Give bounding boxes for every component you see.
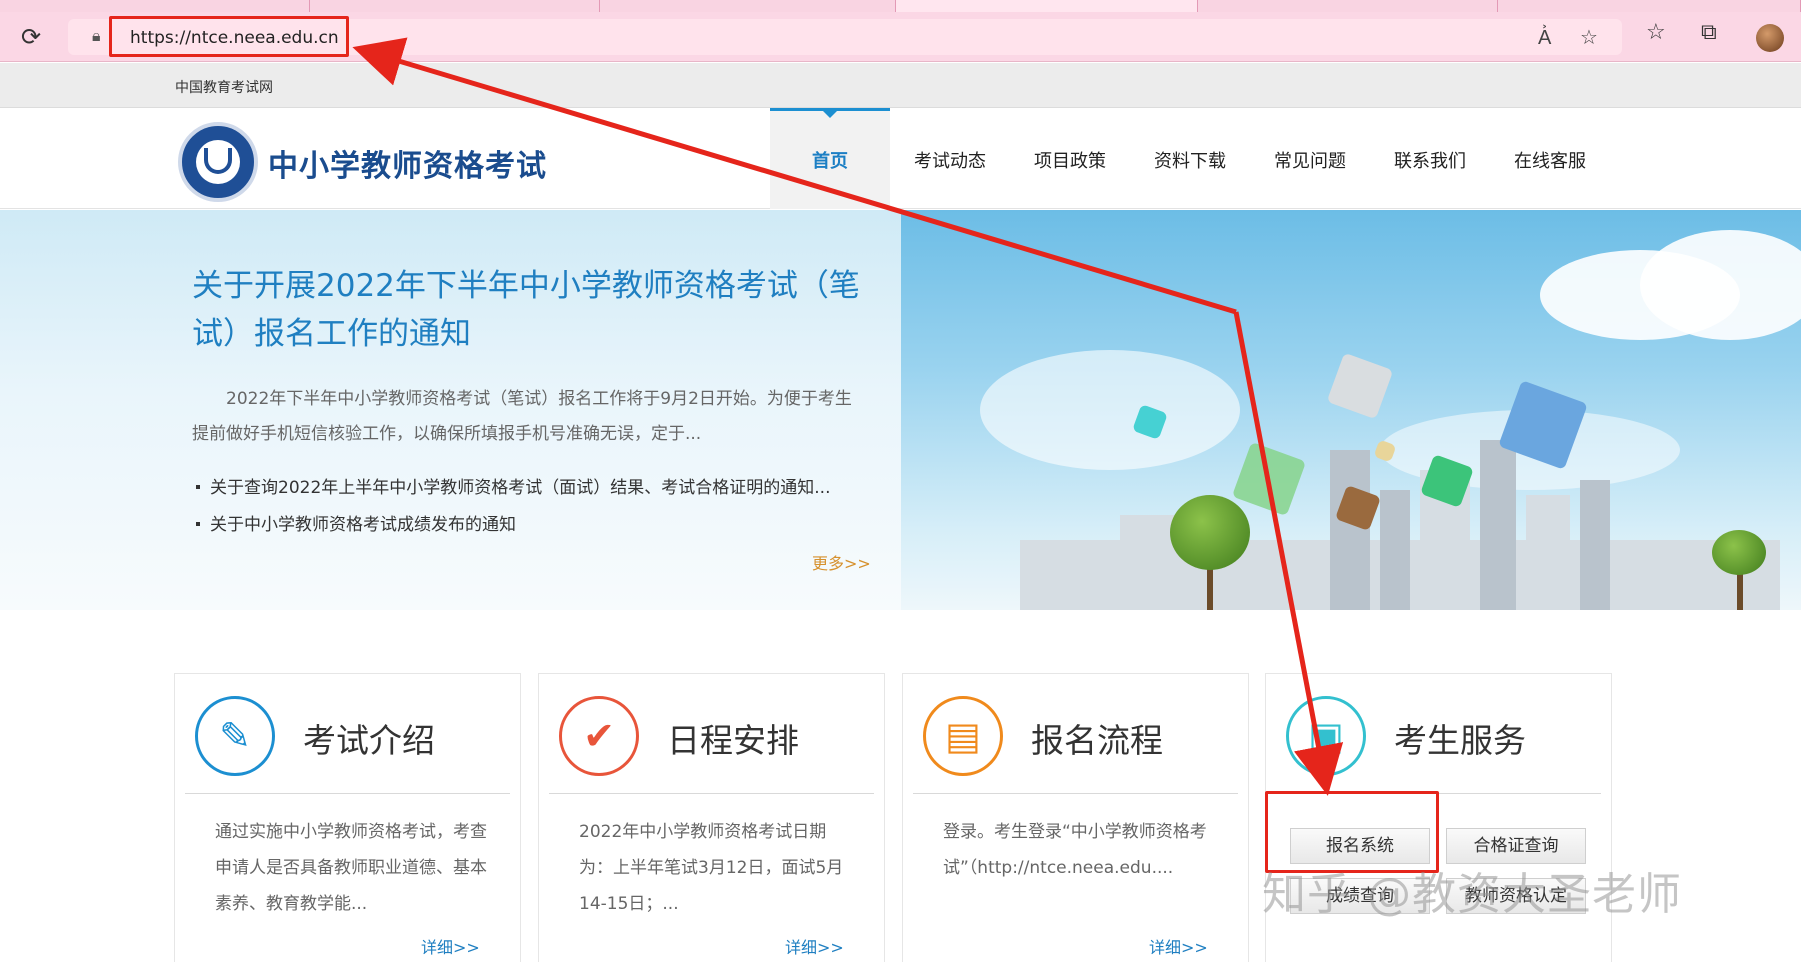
favorites-icon[interactable]: ☆ — [1646, 20, 1666, 45]
card-title[interactable]: 日程安排 — [667, 714, 799, 762]
card-title[interactable]: 报名流程 — [1031, 714, 1163, 762]
card-exam-intro: ✎ 考试介绍 通过实施中小学教师资格考试，考查申请人是否具备教师职业道德、基本素… — [174, 673, 521, 962]
card-title[interactable]: 考生服务 — [1394, 714, 1526, 762]
city-building — [1480, 440, 1516, 610]
card-divider — [185, 793, 510, 794]
tree-illustration — [1712, 530, 1766, 575]
site-logo-icon[interactable] — [178, 122, 258, 202]
card-more-link[interactable]: 详细>> — [1149, 934, 1208, 958]
card-more-link[interactable]: 详细>> — [421, 934, 480, 958]
browser-tab[interactable] — [1198, 0, 1498, 12]
profile-avatar[interactable] — [1756, 24, 1784, 52]
document-pen-icon: ✎ — [195, 696, 275, 776]
lock-icon[interactable]: 🔒︎ — [92, 26, 101, 46]
cloud-shape — [980, 350, 1240, 470]
browser-tab-strip — [0, 0, 1801, 12]
city-building — [1330, 450, 1370, 610]
bullet-icon — [196, 485, 200, 489]
nav-downloads[interactable]: 资料下载 — [1130, 108, 1250, 209]
refresh-icon[interactable]: ⟳ — [16, 22, 46, 52]
checkmark-glyph: ✔ — [583, 714, 615, 758]
top-utility-bar: 中国教育考试网 — [0, 63, 1801, 108]
id-badge-icon: ▣ — [1286, 696, 1366, 776]
banner-more-link[interactable]: 更多>> — [812, 550, 871, 574]
site-title[interactable]: 中小学教师资格考试 — [268, 141, 547, 185]
card-divider — [913, 793, 1238, 794]
card-body: 2022年中小学教师资格考试日期为：上半年笔试3月12日，面试5月14-15日；… — [579, 822, 844, 914]
neea-home-link[interactable]: 中国教育考试网 — [175, 77, 273, 97]
card-divider — [549, 793, 874, 794]
form-card-glyph: ▤ — [945, 714, 981, 758]
collections-icon[interactable]: ⧉ — [1701, 20, 1717, 45]
banner-headline-link[interactable]: 关于开展2022年下半年中小学教师资格考试（笔试）报名工作的通知 — [192, 262, 882, 358]
form-card-icon: ▤ — [923, 696, 1003, 776]
nav-exam-news[interactable]: 考试动态 — [890, 108, 1010, 209]
nav-policy[interactable]: 项目政策 — [1010, 108, 1130, 209]
nav-home[interactable]: 首页 — [770, 108, 890, 209]
watermark-text: 知乎 @教资大圣老师 — [1262, 869, 1682, 920]
browser-tab[interactable] — [310, 0, 600, 12]
banner-news-list: 关于查询2022年上半年中小学教师资格考试（面试）结果、考试合格证明的通知...… — [196, 470, 830, 544]
checkmark-icon: ✔ — [559, 696, 639, 776]
card-body: 通过实施中小学教师资格考试，考查申请人是否具备教师职业道德、基本素养、教育教学能… — [215, 822, 487, 914]
city-building — [1380, 490, 1410, 610]
banner-summary: 2022年下半年中小学教师资格考试（笔试）报名工作将于9月2日开始。为便于考生提… — [192, 389, 852, 444]
news-list-item[interactable]: 关于查询2022年上半年中小学教师资格考试（面试）结果、考试合格证明的通知... — [196, 470, 830, 507]
browser-tab-active[interactable] — [896, 0, 1198, 12]
card-title[interactable]: 考试介绍 — [303, 714, 435, 762]
add-favorite-icon[interactable]: ☆ — [1580, 25, 1598, 49]
url-highlight-box — [109, 16, 349, 57]
browser-tab[interactable] — [600, 0, 896, 12]
document-pen-glyph: ✎ — [219, 714, 251, 758]
news-link[interactable]: 关于查询2022年上半年中小学教师资格考试（面试）结果、考试合格证明的通知... — [210, 478, 830, 498]
tree-illustration — [1170, 495, 1250, 570]
city-building — [1580, 480, 1610, 610]
nav-faq[interactable]: 常见问题 — [1250, 108, 1370, 209]
id-badge-glyph: ▣ — [1308, 714, 1344, 758]
news-link[interactable]: 关于中小学教师资格考试成绩发布的通知 — [210, 515, 516, 535]
main-nav: 首页 考试动态 项目政策 资料下载 常见问题 联系我们 在线客服 — [770, 108, 1610, 209]
nav-contact[interactable]: 联系我们 — [1370, 108, 1490, 209]
card-body: 登录。考生登录“中小学教师资格考试”（http://ntce.neea.edu.… — [943, 822, 1207, 878]
browser-tab[interactable] — [1498, 0, 1801, 12]
card-registration-process: ▤ 报名流程 登录。考生登录“中小学教师资格考试”（http://ntce.ne… — [902, 673, 1249, 962]
card-schedule: ✔ 日程安排 2022年中小学教师资格考试日期为：上半年笔试3月12日，面试5月… — [538, 673, 885, 962]
read-aloud-icon[interactable]: A͐ — [1538, 25, 1551, 50]
card-more-link[interactable]: 详细>> — [785, 934, 844, 958]
hero-banner: 关于开展2022年下半年中小学教师资格考试（笔试）报名工作的通知 2022年下半… — [0, 210, 1801, 610]
nav-online-support[interactable]: 在线客服 — [1490, 108, 1610, 209]
site-header: 中小学教师资格考试 首页 考试动态 项目政策 资料下载 常见问题 联系我们 在线… — [0, 108, 1801, 209]
bullet-icon — [196, 522, 200, 526]
browser-tab[interactable] — [0, 0, 310, 12]
news-list-item[interactable]: 关于中小学教师资格考试成绩发布的通知 — [196, 507, 830, 544]
city-building — [1526, 495, 1570, 610]
